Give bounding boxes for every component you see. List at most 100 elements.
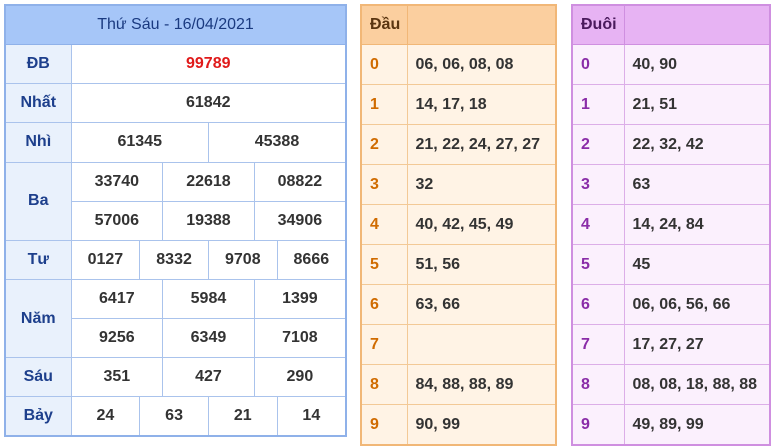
head-numbers: 32 [406,164,557,205]
tail-numbers: 17, 27, 27 [623,324,771,365]
prize-label-tu: Tư [4,239,72,280]
prize-ba-value: 34906 [253,200,347,241]
head-digit: 7 [360,324,408,365]
prize-nhat-value: 61842 [70,83,347,124]
tail-digit: 5 [571,244,625,285]
table-row: 8 84, 88, 88, 89 [360,364,557,405]
prize-tu-value: 0127 [70,239,141,280]
head-digit: 3 [360,164,408,205]
tail-digit: 7 [571,324,625,365]
table-row: 4 40, 42, 45, 49 [360,204,557,245]
prize-nam-value: 6349 [162,317,255,359]
prize-ba-value: 57006 [70,200,164,241]
prize-label-nhi: Nhì [4,122,72,163]
table-row: 3 63 [571,164,771,205]
tail-numbers: 21, 51 [623,84,771,125]
prize-ba-value: 08822 [253,161,347,202]
prize-label-sau: Sáu [4,357,72,398]
head-digit: 9 [360,404,408,446]
prize-bay-value: 24 [70,396,141,437]
prize-nhi-value: 61345 [70,122,209,163]
prize-nam-value: 1399 [253,278,347,320]
tail-rows: 0 40, 90 1 21, 51 2 22, 32, 42 3 63 4 14, 24,… [571,44,771,446]
table-row: 1 21, 51 [571,84,771,125]
prize-bay-value: 63 [139,396,209,437]
head-digit: 0 [360,44,408,85]
table-row: 2 22, 32, 42 [571,124,771,165]
tail-digit: 1 [571,84,625,125]
prize-tu-value: 8666 [276,239,347,280]
prize-ba-value: 22618 [162,161,255,202]
tail-numbers: 06, 06, 56, 66 [623,284,771,325]
table-row: 5 45 [571,244,771,285]
prize-label-db: ĐB [4,44,72,85]
tail-digit: 6 [571,284,625,325]
table-row: 9 90, 99 [360,404,557,446]
tail-numbers: 40, 90 [623,44,771,85]
tail-numbers: 14, 24, 84 [623,204,771,245]
table-row: 6 63, 66 [360,284,557,325]
head-numbers: 40, 42, 45, 49 [406,204,557,245]
prize-ba-value: 33740 [70,161,164,202]
head-numbers: 51, 56 [406,244,557,285]
table-row: 4 14, 24, 84 [571,204,771,245]
table-row: 3 32 [360,164,557,205]
tail-numbers: 08, 08, 18, 88, 88 [623,364,771,405]
head-numbers: 90, 99 [406,404,557,446]
prize-label-ba: Ba [4,161,72,241]
tail-header-spacer [623,4,771,45]
prize-label-bay: Bảy [4,396,72,437]
head-numbers: 84, 88, 88, 89 [406,364,557,405]
table-row: 9 49, 89, 99 [571,404,771,446]
head-numbers: 14, 17, 18 [406,84,557,125]
tail-numbers: 63 [623,164,771,205]
table-row: 8 08, 08, 18, 88, 88 [571,364,771,405]
head-digit: 4 [360,204,408,245]
table-row: 0 06, 06, 08, 08 [360,44,557,85]
tail-digit: 8 [571,364,625,405]
tail-digit-table: Đuôi 0 40, 90 1 21, 51 2 22, 32, 42 3 63 4 14… [571,4,771,446]
head-numbers: 63, 66 [406,284,557,325]
head-digit: 2 [360,124,408,165]
tail-digit: 3 [571,164,625,205]
table-row: 1 14, 17, 18 [360,84,557,125]
head-header-label: Đầu [360,4,408,45]
prize-nam-value: 7108 [253,317,347,359]
tail-digit: 0 [571,44,625,85]
tail-digit: 9 [571,404,625,446]
prize-nam-value: 6417 [70,278,164,320]
table-row: 7 [360,324,557,365]
prize-label-nhat: Nhất [4,83,72,124]
tail-digit: 2 [571,124,625,165]
head-rows: 0 06, 06, 08, 08 1 14, 17, 18 2 21, 22, 24,… [360,44,557,446]
table-row: 6 06, 06, 56, 66 [571,284,771,325]
table-row: 0 40, 90 [571,44,771,85]
head-numbers: 21, 22, 24, 27, 27 [406,124,557,165]
prize-bay-value: 14 [276,396,347,437]
table-row: 2 21, 22, 24, 27, 27 [360,124,557,165]
head-digit: 8 [360,364,408,405]
tail-digit: 4 [571,204,625,245]
tail-numbers: 49, 89, 99 [623,404,771,446]
prize-nam-value: 5984 [162,278,255,320]
prize-bay-value: 21 [207,396,278,437]
prize-sau-value: 351 [70,357,164,398]
head-digit: 5 [360,244,408,285]
head-digit-table: Đầu 0 06, 06, 08, 08 1 14, 17, 18 2 21, 22,… [360,4,557,446]
result-title: Thứ Sáu - 16/04/2021 [4,4,347,46]
prize-sau-value: 290 [253,357,347,398]
lottery-result-table: Thứ Sáu - 16/04/2021 ĐB 99789 Nhất 61842… [4,4,347,437]
prize-tu-value: 9708 [207,239,278,280]
head-numbers: 06, 06, 08, 08 [406,44,557,85]
tail-header-label: Đuôi [571,4,625,45]
table-row: 7 17, 27, 27 [571,324,771,365]
head-header-spacer [406,4,557,45]
prize-sau-value: 427 [162,357,255,398]
tail-numbers: 45 [623,244,771,285]
tail-numbers: 22, 32, 42 [623,124,771,165]
prize-tu-value: 8332 [139,239,209,280]
prize-label-nam: Năm [4,278,72,359]
prize-db-value: 99789 [70,44,347,85]
prize-nam-value: 9256 [70,317,164,359]
table-row: 5 51, 56 [360,244,557,285]
